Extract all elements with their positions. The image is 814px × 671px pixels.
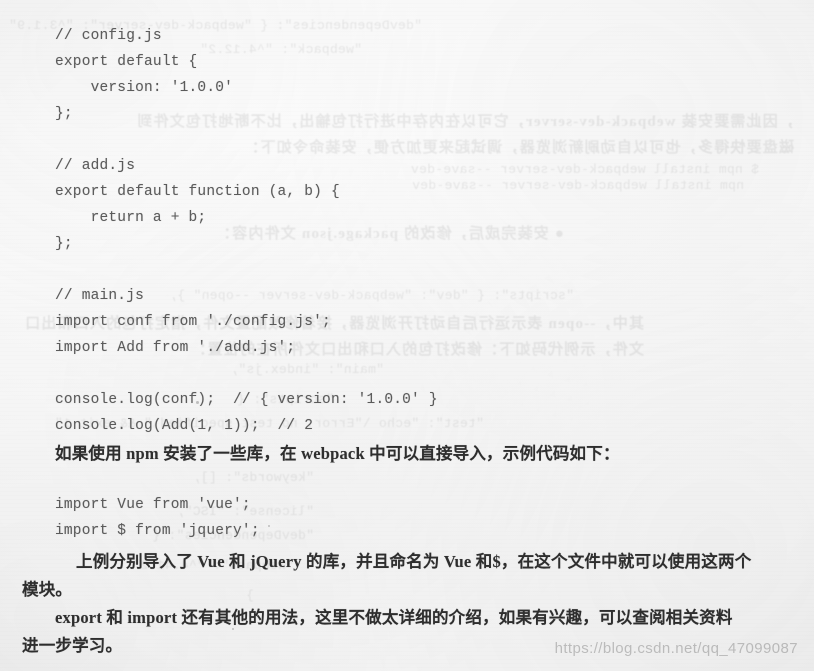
code-line: import Add from './add.js'; [55,339,296,356]
code-line: // main.js [55,287,145,304]
paragraph-vue-jquery-line2: 模块。 [22,580,73,599]
code-line: import conf from './config.js'; [55,313,331,330]
code-line: }; [55,235,73,252]
code-line: // config.js [55,27,162,44]
paragraph-further-study-line1: export 和 import 还有其他的用法，这里不做太详细的介绍，如果有兴趣… [55,608,733,627]
scanned-page: "devDependencies": { "webpack-dev-server… [0,0,814,671]
code-block-config-add-main: // config.js export default { version: '1… [55,23,438,439]
code-line: console.log(conf); // { version: '1.0.0'… [55,391,438,408]
code-line: import Vue from 'vue'; [55,496,251,513]
paragraph-npm-intro: 如果使用 npm 安装了一些库，在 webpack 中可以直接导入，示例代码如下… [55,444,620,463]
paragraph-vue-jquery-line1: 上例分别导入了 Vue 和 jQuery 的库，并且命名为 Vue 和$，在这个… [76,552,752,571]
code-line: version: '1.0.0' [55,79,234,96]
code-line: export default { [55,53,198,70]
page-content: // config.js export default { version: '1… [0,0,814,671]
code-line: console.log(Add(1, 1)); // 2 [55,417,314,434]
code-line: }; [55,105,73,122]
code-block-npm-imports: import Vue from 'vue'; import $ from 'jqu… [55,492,260,544]
code-line: // add.js [55,157,136,174]
code-line: return a + b; [55,209,207,226]
code-line: export default function (a, b) { [55,183,340,200]
csdn-watermark: https://blog.csdn.net/qq_47099087 [554,640,798,657]
code-line: import $ from 'jquery'; [55,522,260,539]
